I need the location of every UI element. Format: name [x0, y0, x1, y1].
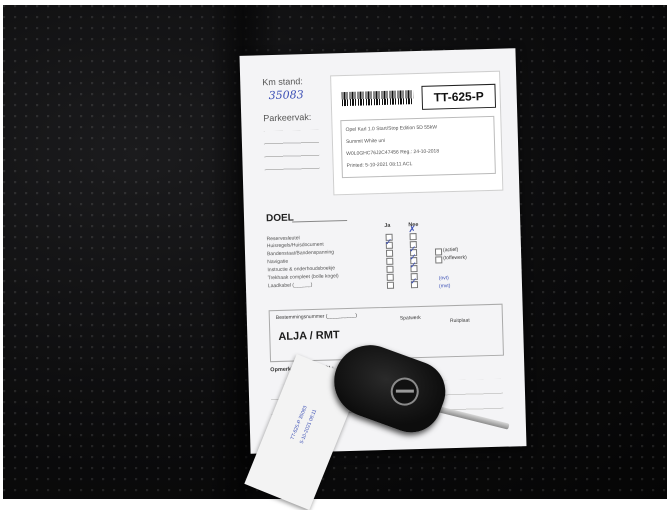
spatwerk-label: Spatwerk [399, 314, 421, 322]
row-label: Bandenstaat/Bandenspanning [266, 249, 335, 258]
col-ja: Ja [384, 222, 391, 229]
checkmark-icon: ✓ [409, 261, 418, 272]
parkeervak-label: Parkeervak: [263, 111, 312, 124]
checkmark-icon: ✗ [408, 225, 417, 236]
alja-rmt-text: ALJA / RMT [278, 329, 340, 343]
vehicle-label-sticker: TT-625-P Opel Karl 1.0 Start/Stop Editio… [330, 70, 504, 196]
ruitplaat-label: Ruitplaat [449, 317, 470, 325]
vehicle-color: Summit White uni [345, 137, 386, 145]
parkeervak-lines [263, 129, 320, 172]
checkbox-ja [385, 249, 394, 257]
checkbox-ja [386, 273, 394, 281]
opel-logo-icon [386, 373, 423, 410]
km-stand-value: 35083 [268, 88, 304, 103]
bestemming-label: Bestemmingsnummer (__________) [275, 312, 358, 322]
checkmark-icon: ✓ [409, 277, 418, 288]
license-plate: TT-625-P [421, 83, 497, 110]
checkbox-ja [386, 281, 395, 289]
checkmark-icon: ✓ [384, 237, 393, 248]
checkbox-ja [386, 257, 394, 265]
checkbox-ja [386, 265, 394, 273]
checkbox-side [435, 256, 443, 264]
doel-line [292, 219, 348, 223]
side-label: (mvt) [438, 283, 451, 290]
side-label: (toffewerk) [443, 254, 467, 262]
vehicle-info-box: Opel Karl 1.0 Start/Stop Edition 5D 55kW… [340, 115, 496, 179]
km-stand-label: Km stand: [262, 76, 303, 88]
row-label: Laadkabel (______) [267, 281, 313, 290]
side-label: (actief) [442, 246, 459, 254]
vehicle-model: Opel Karl 1.0 Start/Stop Edition 5D 55kW [345, 124, 438, 133]
row-label: Huisregels/Huisdocument [266, 241, 324, 250]
printed-date: Printed: 5-10-2021 08:11 ACL [346, 161, 413, 169]
side-label: (ovt) [438, 275, 449, 282]
row-label: Navigatie [267, 258, 289, 266]
vehicle-vin-reg: W0L0GHC76J2C47456 Reg.: 24-10-2018 [346, 148, 440, 157]
doel-label: DOEL [265, 212, 294, 225]
barcode [341, 90, 414, 107]
checkbox-side [434, 248, 443, 256]
row-label: Reservesleutel [266, 235, 300, 243]
row-label: Instructie & onderhoudsboekje [267, 265, 336, 274]
row-label: Trekhaak compleet (bolle kogel) [267, 273, 339, 282]
